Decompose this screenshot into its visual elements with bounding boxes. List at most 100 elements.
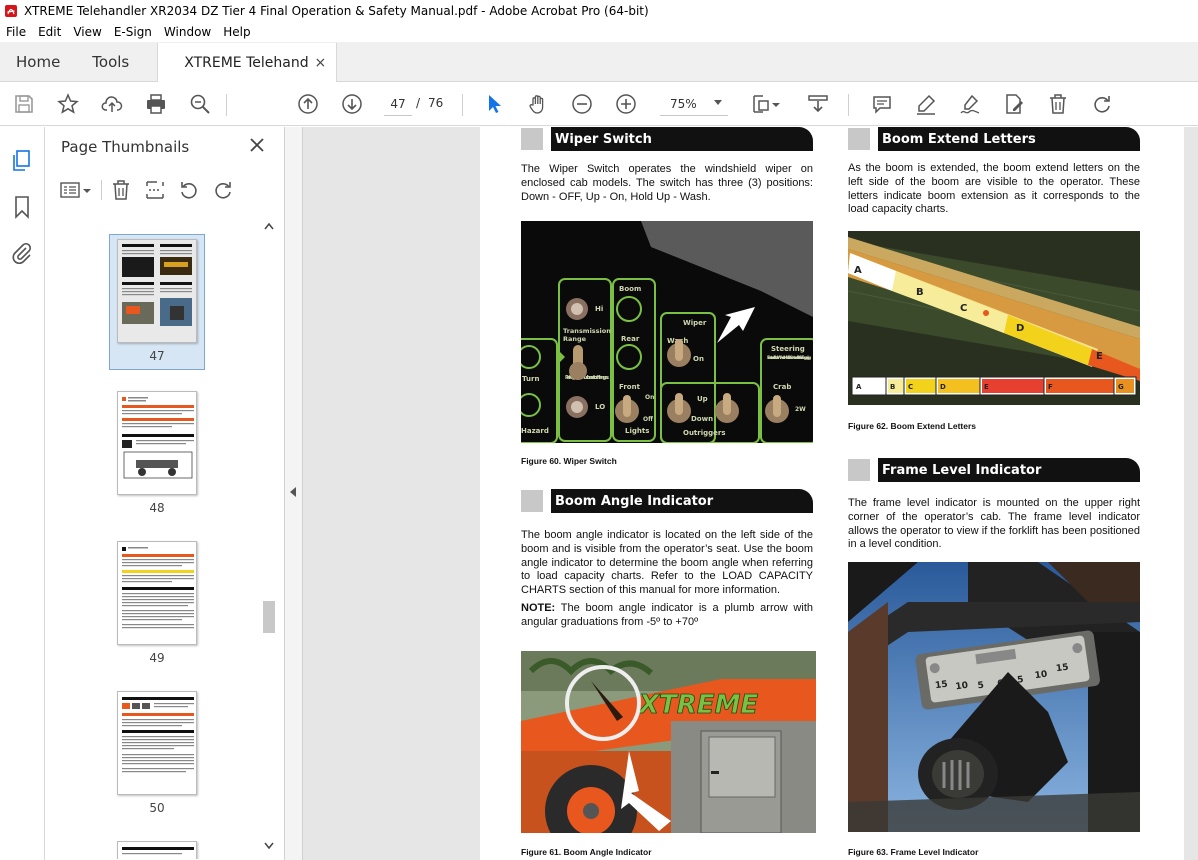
collapse-arrow-icon[interactable] <box>290 487 296 497</box>
panel-label-off: Off <box>643 416 653 423</box>
panel-label-hi: Hi <box>595 305 603 313</box>
delete-page-icon[interactable] <box>110 179 134 201</box>
panel-label-down: Down <box>691 415 713 423</box>
scroll-mode-icon[interactable] <box>806 92 830 116</box>
thumbnail-page-50[interactable]: 50 <box>109 691 205 815</box>
panel-label-wiper: Wiper <box>683 319 707 327</box>
attachment-icon[interactable] <box>10 241 34 265</box>
tab-close-icon[interactable]: × <box>315 55 327 71</box>
level-scale-15-right: 15 <box>1055 663 1069 675</box>
panel-label-outriggers: Outriggers <box>683 429 726 437</box>
left-rail <box>0 127 45 860</box>
zoom-search-icon[interactable] <box>188 92 212 116</box>
heading-square <box>521 128 543 150</box>
panel-label-lights: Lights <box>625 427 649 435</box>
select-cursor-icon[interactable] <box>482 92 506 116</box>
panel-label-range: Range <box>563 335 587 343</box>
menu-window[interactable]: Window <box>158 25 217 39</box>
thumbnail-options-icon[interactable] <box>59 179 93 201</box>
save-icon[interactable] <box>12 92 36 116</box>
star-icon[interactable] <box>56 92 80 116</box>
tab-tools[interactable]: Tools <box>76 42 145 81</box>
thumbnail-image <box>117 841 197 859</box>
thumbnail-page-48[interactable]: 48 <box>109 391 205 515</box>
thumbnail-page-49[interactable]: 49 <box>109 541 205 665</box>
menu-bar: File Edit View E-Sign Window Help <box>0 22 1198 42</box>
thumbnail-page-47[interactable]: 47 <box>109 234 205 370</box>
section-heading-frame-level: Frame Level Indicator <box>848 458 1140 482</box>
heading-text: Wiper Switch <box>551 127 813 151</box>
extend-letter-b: B <box>916 287 924 298</box>
figure-caption-62: Figure 62. Boom Extend Letters <box>848 421 976 431</box>
chevron-down-icon[interactable] <box>770 92 782 116</box>
thumbnail-scrollbar[interactable] <box>261 219 277 855</box>
extend-letter-c: C <box>960 303 967 314</box>
bookmark-icon[interactable] <box>10 195 34 219</box>
menu-edit[interactable]: Edit <box>32 25 67 39</box>
panel-label-on-lights: On <box>645 394 654 401</box>
close-icon[interactable] <box>247 135 267 155</box>
level-scale-10-left: 10 <box>955 681 969 693</box>
chevron-down-icon <box>714 100 722 105</box>
heading-text: Boom Extend Letters <box>878 127 1140 151</box>
boom-angle-text: The boom angle indicator is located on t… <box>521 529 813 597</box>
print-icon[interactable] <box>144 92 168 116</box>
panel-label-steering-note: Front and Rear Wheels Must Be Centered B… <box>767 355 811 361</box>
note-label: NOTE: <box>521 602 556 614</box>
acrobat-pdf-icon <box>5 5 17 17</box>
rotate-right-icon[interactable] <box>212 179 236 201</box>
thumbnail-tools <box>59 177 236 203</box>
figure-caption-60: Figure 60. Wiper Switch <box>521 456 617 466</box>
menu-esign[interactable]: E-Sign <box>108 25 158 39</box>
next-page-icon[interactable] <box>340 92 364 116</box>
tab-document[interactable]: XTREME Telehandle... × <box>157 43 338 82</box>
page-number-input[interactable]: 47 <box>384 92 412 116</box>
thumbnail-label: 50 <box>149 801 165 815</box>
thumbnail-image <box>117 391 197 495</box>
panel-label-front: Front <box>619 383 641 391</box>
edit-pdf-icon[interactable] <box>1002 92 1026 116</box>
boom-angle-note: NOTE: The boom angle indicator is a plum… <box>521 602 813 630</box>
figure-wiper-switch: Hi LO Transmission Range Parking brake m… <box>521 221 813 443</box>
document-viewer[interactable]: Wiper Switch The Wiper Switch operates t… <box>303 127 1198 860</box>
extend-letter-a: A <box>854 265 862 276</box>
note-text: The boom angle indicator is a plumb arro… <box>521 602 813 628</box>
tab-document-label: XTREME Telehandle... <box>184 54 309 71</box>
previous-page-icon[interactable] <box>296 92 320 116</box>
thumbnail-page-partial[interactable] <box>109 841 205 859</box>
extract-page-icon[interactable] <box>144 179 168 201</box>
boom-extend-text: As the boom is extended, the boom extend… <box>848 162 1140 216</box>
panel-label-steering: Steering <box>771 345 805 353</box>
zoom-out-icon[interactable] <box>570 92 594 116</box>
zoom-level-dropdown[interactable]: 75% <box>660 92 728 116</box>
heading-text: Boom Angle Indicator <box>551 489 813 513</box>
highlight-pen-icon[interactable] <box>914 92 938 116</box>
delete-icon[interactable] <box>1046 92 1070 116</box>
zoom-in-icon[interactable] <box>614 92 638 116</box>
wiper-switch-text: The Wiper Switch operates the windshield… <box>521 163 813 203</box>
rotate-icon[interactable] <box>1090 92 1114 116</box>
menu-help[interactable]: Help <box>217 25 256 39</box>
rotate-left-icon[interactable] <box>178 179 202 201</box>
hand-tool-icon[interactable] <box>526 92 550 116</box>
heading-text: Frame Level Indicator <box>878 458 1140 482</box>
menu-file[interactable]: File <box>0 25 32 39</box>
level-scale-10-right: 10 <box>1034 670 1048 682</box>
page-thumbnails-icon[interactable] <box>10 149 34 173</box>
panel-label-boom: Boom <box>619 285 641 293</box>
pdf-page: Wiper Switch The Wiper Switch operates t… <box>480 127 1184 860</box>
menu-view[interactable]: View <box>67 25 107 39</box>
comment-icon[interactable] <box>870 92 894 116</box>
thumbnails-panel: Page Thumbnails 47 48 49 50 <box>45 127 285 860</box>
heading-square <box>848 459 870 481</box>
toolbar-separator <box>462 94 463 116</box>
upload-cloud-icon[interactable] <box>100 92 124 116</box>
panel-label-rear: Rear <box>621 335 640 343</box>
page-separator: / <box>416 96 421 110</box>
level-scale-15-left: 15 <box>935 680 949 692</box>
tab-home[interactable]: Home <box>0 42 76 81</box>
section-heading-wiper-switch: Wiper Switch <box>521 127 813 151</box>
panel-splitter[interactable] <box>285 127 303 860</box>
thumbnail-label: 49 <box>149 651 165 665</box>
sign-icon[interactable] <box>958 92 982 116</box>
